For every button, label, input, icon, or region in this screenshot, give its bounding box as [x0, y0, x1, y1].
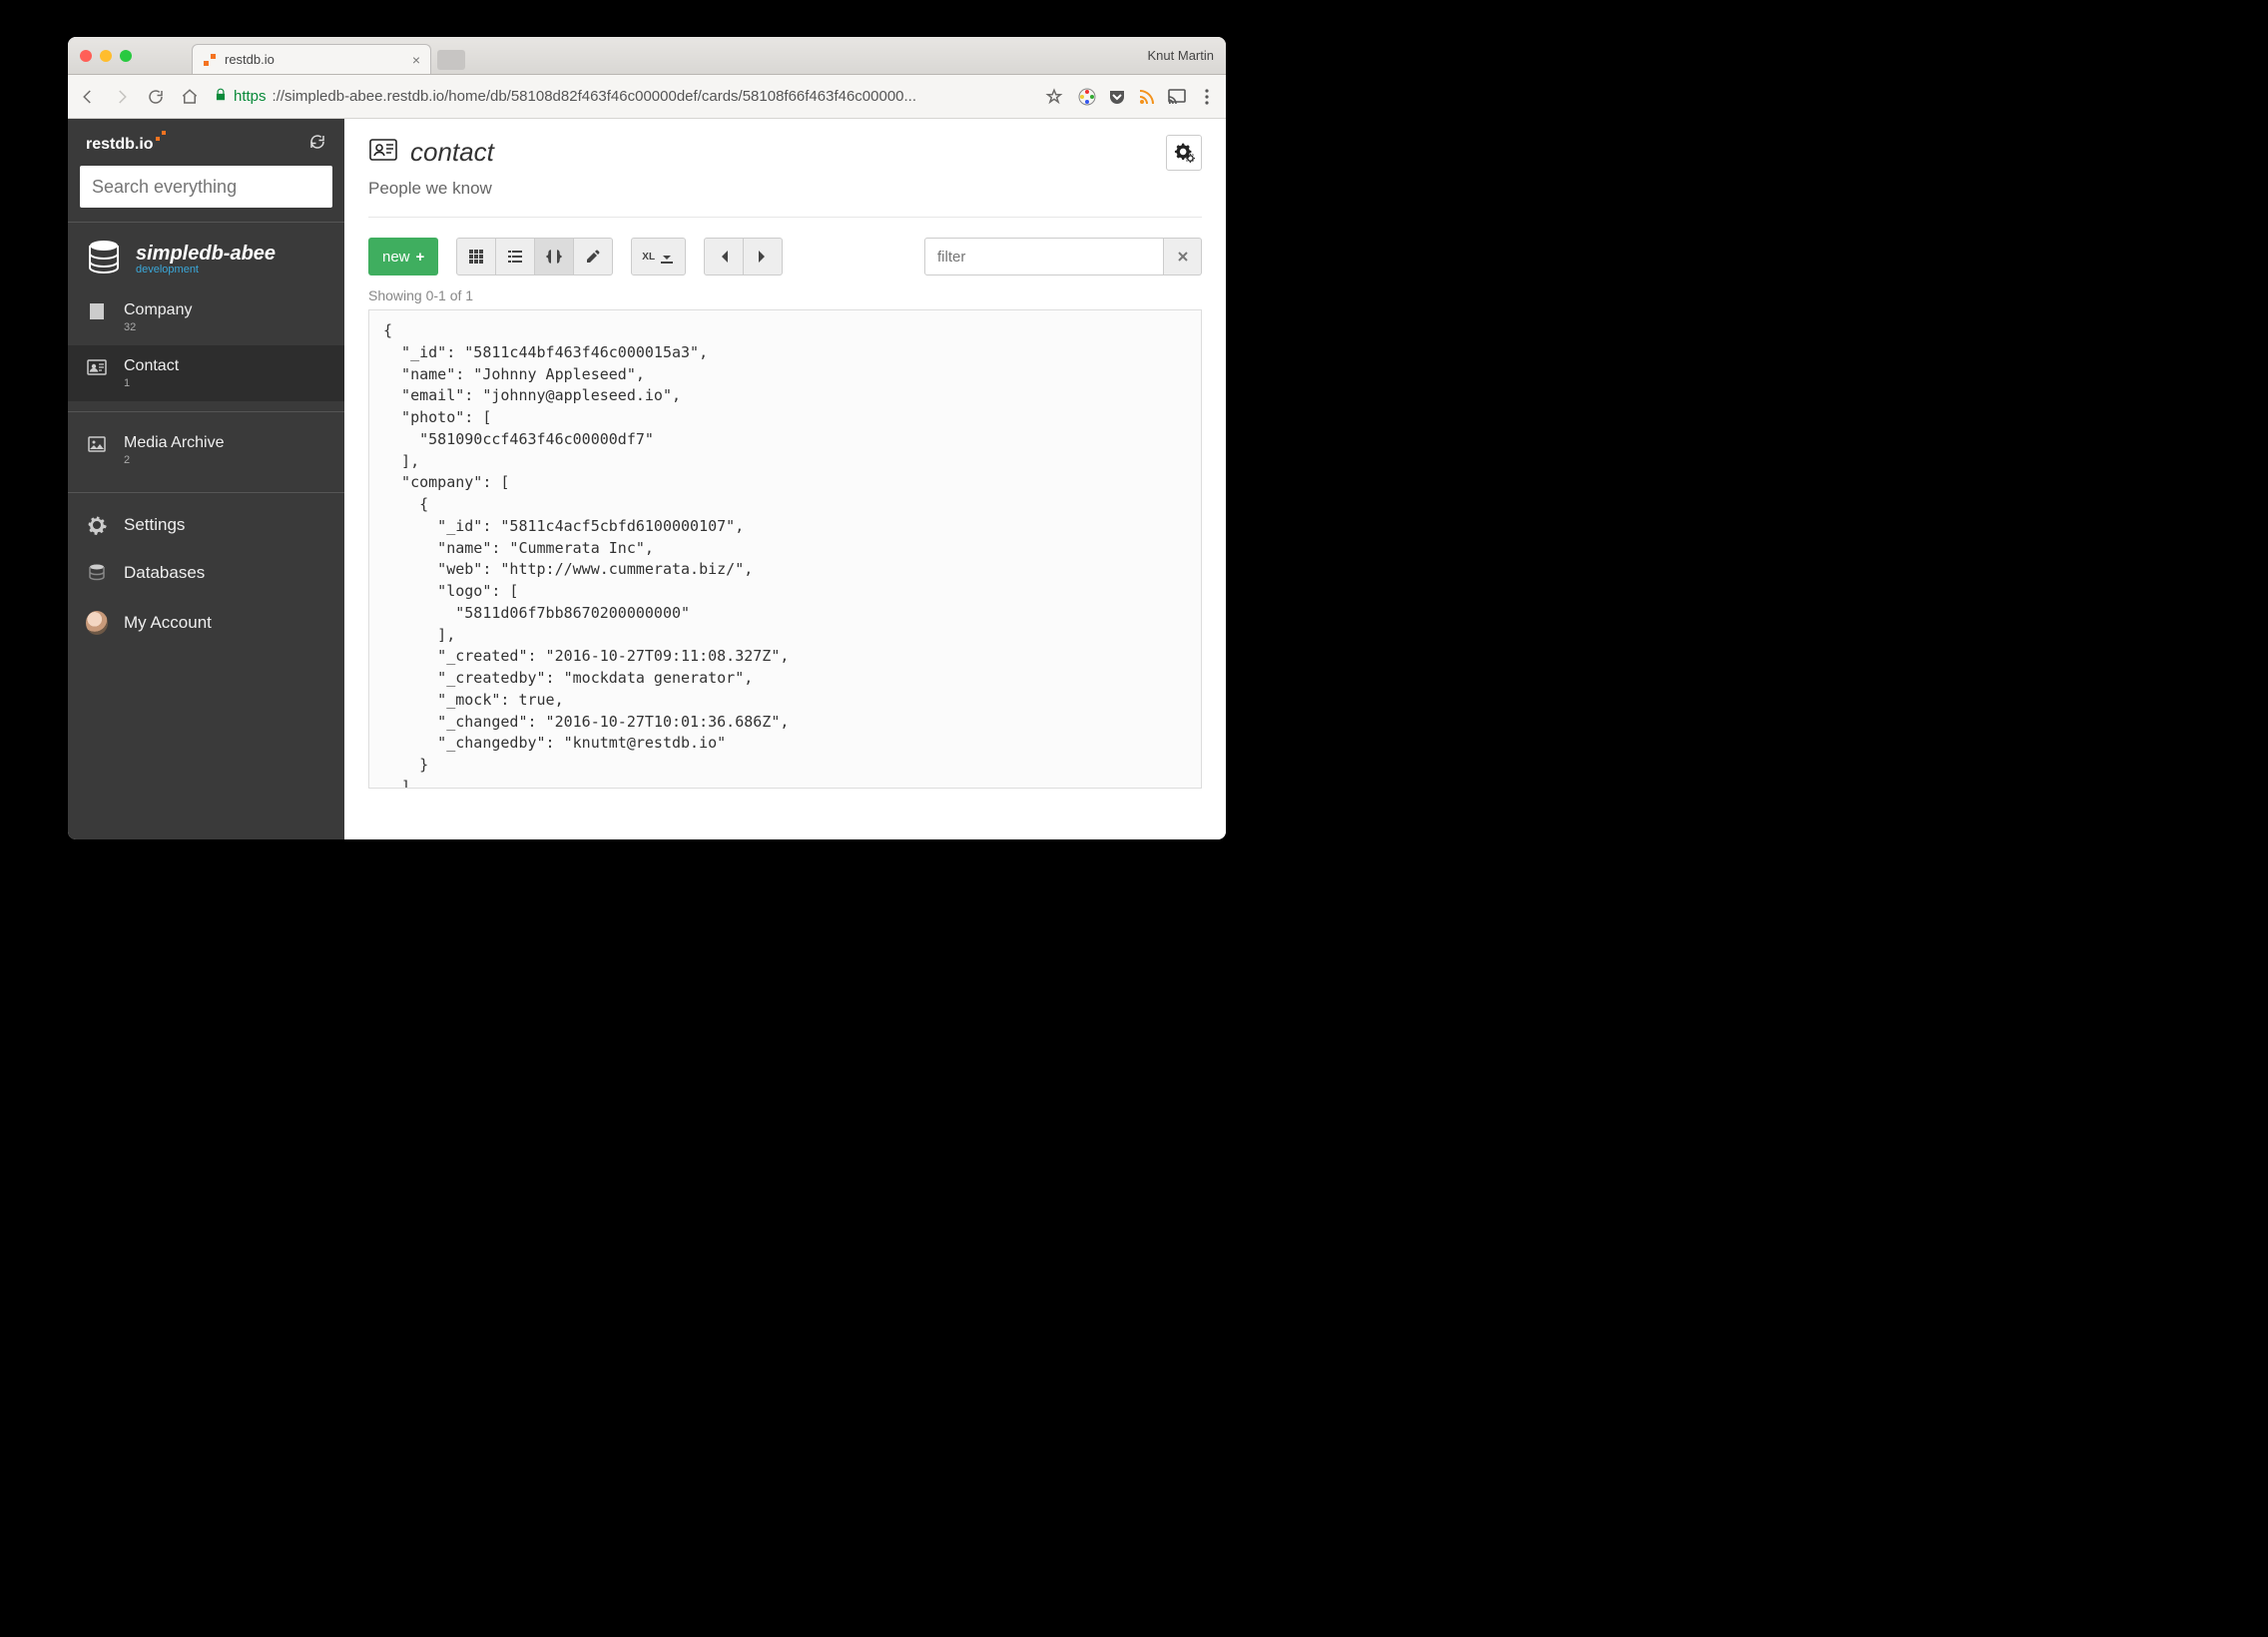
reload-button[interactable]	[146, 87, 166, 107]
address-bar: https ://simpledb-abee.restdb.io/home/db…	[68, 75, 1226, 119]
forward-button	[112, 87, 132, 107]
brand-dots-icon	[156, 130, 168, 148]
building-icon	[86, 301, 108, 321]
sidebar: restdb.io simpledb-abee	[68, 119, 344, 839]
bookmark-star-icon[interactable]	[1044, 87, 1064, 107]
id-card-icon	[368, 135, 398, 170]
sidebar-item-count: 1	[124, 377, 179, 389]
sidebar-item-company[interactable]: Company 32	[68, 289, 344, 345]
view-json-button[interactable]	[534, 238, 574, 275]
sidebar-item-settings[interactable]: Settings	[68, 501, 344, 549]
image-icon	[86, 434, 108, 454]
browser-window: restdb.io × Knut Martin https ://simpled…	[68, 37, 1226, 839]
filter-clear-button[interactable]	[1164, 238, 1202, 275]
pagination-group	[704, 238, 783, 275]
favicon-icon	[203, 53, 217, 67]
view-grid-button[interactable]	[456, 238, 496, 275]
page-title: contact	[410, 137, 494, 168]
sidebar-item-count: 2	[124, 454, 225, 466]
export-group: XL	[631, 238, 686, 275]
extension-icons	[1078, 88, 1216, 106]
json-content: { "_id": "5811c44bf463f46c000015a3", "na…	[383, 320, 1187, 789]
sidebar-item-label: Media Archive	[124, 434, 225, 451]
export-excel-button[interactable]: XL	[631, 238, 686, 275]
page-subtitle: People we know	[344, 179, 1226, 217]
pocket-icon[interactable]	[1108, 88, 1126, 106]
maximize-window-button[interactable]	[120, 50, 132, 62]
json-viewer[interactable]: { "_id": "5811c44bf463f46c000015a3", "na…	[368, 309, 1202, 789]
collection-settings-button[interactable]	[1166, 135, 1202, 171]
first-page-button[interactable]	[704, 238, 744, 275]
sidebar-item-label: Databases	[124, 563, 205, 583]
databases-icon	[86, 563, 108, 583]
lock-icon	[214, 88, 228, 106]
gear-icon	[86, 515, 108, 535]
sidebar-item-databases[interactable]: Databases	[68, 549, 344, 597]
filter-input[interactable]	[924, 238, 1164, 275]
home-button[interactable]	[180, 87, 200, 107]
export-label: XL	[642, 252, 655, 263]
sidebar-item-my-account[interactable]: My Account	[68, 597, 344, 649]
sidebar-item-label: Contact	[124, 357, 179, 374]
avatar	[86, 611, 108, 635]
database-icon	[86, 239, 122, 279]
close-window-button[interactable]	[80, 50, 92, 62]
sidebar-item-label: My Account	[124, 613, 212, 633]
last-page-button[interactable]	[743, 238, 783, 275]
brand-text: restdb.io	[86, 136, 154, 154]
url-scheme: https	[234, 88, 267, 105]
sidebar-item-label: Settings	[124, 515, 185, 535]
sidebar-item-label: Company	[124, 301, 192, 318]
divider	[68, 411, 344, 412]
rss-icon[interactable]	[1138, 88, 1156, 106]
tab-title: restdb.io	[225, 52, 404, 67]
app-viewport: restdb.io simpledb-abee	[68, 119, 1226, 839]
divider	[68, 492, 344, 493]
refresh-icon[interactable]	[308, 133, 326, 156]
view-list-button[interactable]	[495, 238, 535, 275]
view-edit-button[interactable]	[573, 238, 613, 275]
new-tab-button[interactable]	[437, 50, 465, 70]
window-controls	[80, 50, 132, 62]
database-header[interactable]: simpledb-abee development	[68, 223, 344, 289]
database-name: simpledb-abee	[136, 243, 276, 266]
main-content: contact People we know new +	[344, 119, 1226, 839]
search-input[interactable]	[80, 166, 332, 208]
plus-icon: +	[416, 249, 425, 266]
tab-close-icon[interactable]: ×	[412, 52, 420, 68]
url-path: ://simpledb-abee.restdb.io/home/db/58108…	[273, 88, 917, 105]
back-button[interactable]	[78, 87, 98, 107]
titlebar: restdb.io × Knut Martin	[68, 37, 1226, 75]
browser-profile-name[interactable]: Knut Martin	[1148, 48, 1214, 63]
sidebar-item-media-archive[interactable]: Media Archive 2	[68, 422, 344, 478]
new-button-label: new	[382, 249, 410, 266]
sidebar-item-count: 32	[124, 321, 192, 333]
minimize-window-button[interactable]	[100, 50, 112, 62]
color-wheel-icon[interactable]	[1078, 88, 1096, 106]
new-button[interactable]: new +	[368, 238, 438, 275]
brand-logo[interactable]: restdb.io	[86, 136, 170, 154]
browser-tab[interactable]: restdb.io ×	[192, 44, 431, 74]
toolbar: new +	[344, 218, 1226, 287]
showing-count: Showing 0-1 of 1	[344, 287, 1226, 309]
browser-menu-icon[interactable]	[1198, 88, 1216, 106]
id-card-icon	[86, 357, 108, 377]
sidebar-item-contact[interactable]: Contact 1	[68, 345, 344, 401]
view-mode-group	[456, 238, 613, 275]
url-field[interactable]: https ://simpledb-abee.restdb.io/home/db…	[214, 88, 1030, 106]
cast-icon[interactable]	[1168, 88, 1186, 106]
